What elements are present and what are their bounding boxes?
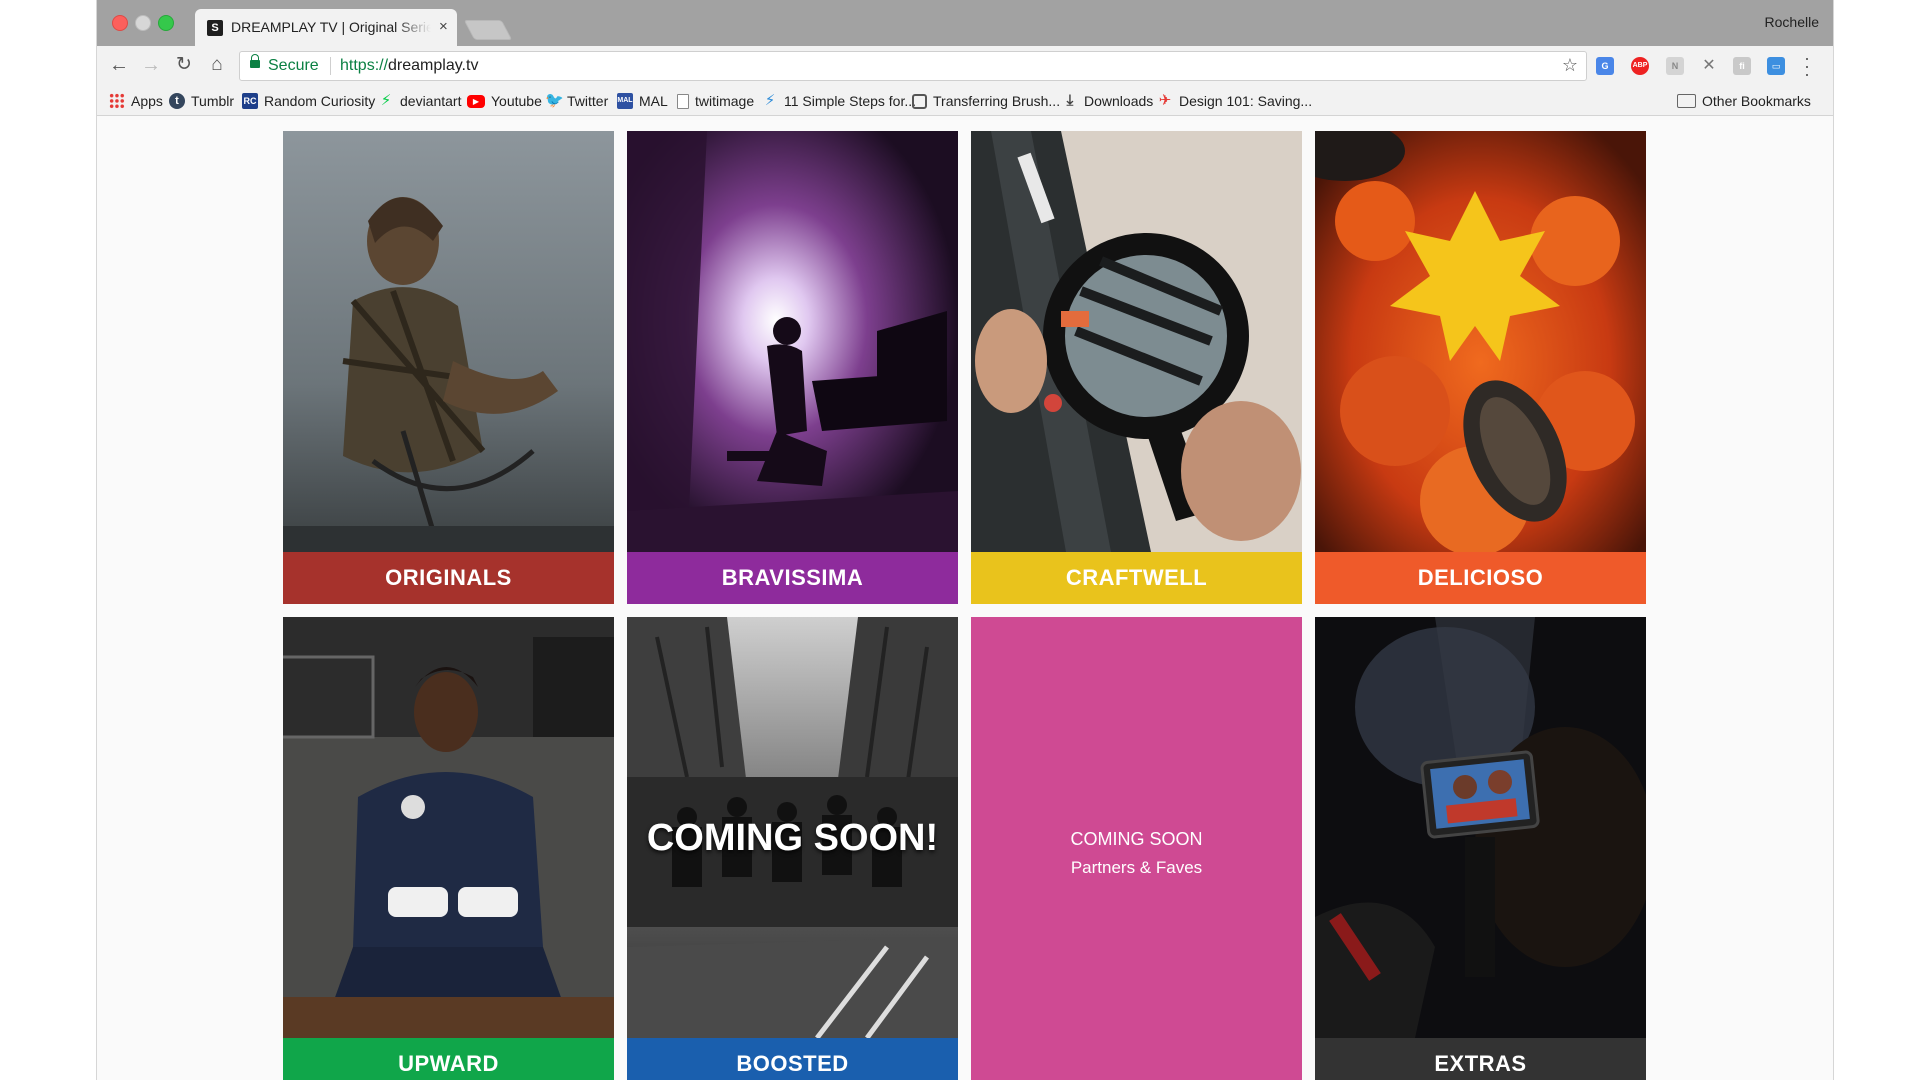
minimize-window-button[interactable] bbox=[135, 15, 151, 31]
bookmark-label: Youtube bbox=[491, 93, 542, 109]
cast-extension-icon[interactable]: ▭ bbox=[1767, 57, 1785, 75]
reload-icon[interactable]: ↻ bbox=[172, 53, 196, 77]
delicioso-photo bbox=[1315, 131, 1646, 552]
maximize-window-button[interactable] bbox=[158, 15, 174, 31]
tile-delicioso[interactable]: DELICIOSO bbox=[1315, 131, 1646, 604]
browser-window: S DREAMPLAY TV | Original Series × Roche… bbox=[97, 0, 1833, 1080]
back-arrow-icon[interactable]: ← bbox=[107, 53, 131, 77]
bookmark-twitimage[interactable]: twitimage bbox=[677, 91, 754, 111]
bookmark-youtube[interactable]: ▶ Youtube bbox=[467, 91, 542, 111]
url-scheme: https:// bbox=[340, 57, 389, 74]
apps-grid-icon bbox=[109, 93, 125, 109]
partners-faves-panel: COMING SOON Partners & Faves bbox=[971, 617, 1302, 1080]
bookmark-mal[interactable]: MAL MAL bbox=[617, 91, 668, 111]
twitter-icon: 🐦 bbox=[545, 92, 564, 109]
tile-label: BOOSTED bbox=[627, 1038, 958, 1080]
download-icon: ⤓ bbox=[1066, 92, 1074, 109]
other-bookmarks-label: Other Bookmarks bbox=[1702, 93, 1811, 109]
tile-upward[interactable]: UPWARD bbox=[283, 617, 614, 1080]
bookmark-star-icon[interactable]: ☆ bbox=[1562, 55, 1578, 76]
bookmark-label: MAL bbox=[639, 93, 668, 109]
folder-icon bbox=[1677, 94, 1696, 108]
bookmark-design-101[interactable]: ✈ Design 101: Saving... bbox=[1157, 91, 1312, 111]
tab-close-icon[interactable]: × bbox=[439, 18, 448, 35]
bookmark-downloads[interactable]: ⤓ Downloads bbox=[1062, 91, 1154, 111]
fn-extension-icon[interactable]: fi bbox=[1733, 57, 1751, 75]
craftwell-photo bbox=[971, 131, 1302, 552]
bookmark-label: Transferring Brush... bbox=[933, 93, 1061, 109]
tile-label: EXTRAS bbox=[1315, 1038, 1646, 1080]
bookmark-transferring-brush[interactable]: Transferring Brush... bbox=[912, 91, 1060, 111]
translate-extension-icon[interactable]: G bbox=[1596, 57, 1614, 75]
address-bar[interactable]: Secure https://dreamplay.tv ☆ bbox=[239, 51, 1587, 81]
menu-dots-icon[interactable]: · · · bbox=[1804, 49, 1810, 83]
bravissima-photo bbox=[627, 131, 958, 552]
bookmark-twitter[interactable]: 🐦 Twitter bbox=[545, 91, 608, 111]
brush-icon bbox=[912, 93, 927, 109]
bookmark-apps[interactable]: Apps bbox=[109, 91, 163, 111]
bolt-icon: ⚡ bbox=[764, 92, 776, 109]
upward-photo bbox=[283, 617, 614, 1038]
browser-toolbar: ← → ↻ ⌂ Secure https://dreamplay.tv ☆ G … bbox=[97, 46, 1833, 85]
new-tab-button[interactable] bbox=[463, 20, 513, 40]
coming-soon-overlay: COMING SOON! bbox=[646, 817, 939, 859]
bookmark-label: Design 101: Saving... bbox=[1179, 93, 1313, 109]
other-bookmarks[interactable]: Other Bookmarks bbox=[1677, 91, 1811, 111]
tumblr-icon: t bbox=[169, 93, 185, 109]
bookmark-label: Tumblr bbox=[191, 93, 235, 109]
cross-extension-icon[interactable]: ✕ bbox=[1700, 57, 1718, 75]
bookmark-tumblr[interactable]: t Tumblr bbox=[169, 91, 234, 111]
bookmark-label: Apps bbox=[131, 93, 163, 109]
bookmark-random-curiosity[interactable]: RC Random Curiosity bbox=[242, 91, 375, 111]
tile-extras[interactable]: EXTRAS bbox=[1315, 617, 1646, 1080]
bookmark-deviantart[interactable]: ⚡ deviantart bbox=[378, 91, 462, 111]
bookmark-label: Twitter bbox=[567, 93, 609, 109]
tile-label: UPWARD bbox=[283, 1038, 614, 1080]
forward-arrow-icon[interactable]: → bbox=[139, 53, 163, 77]
tile-originals[interactable]: ORIGINALS bbox=[283, 131, 614, 604]
random-curiosity-icon: RC bbox=[242, 93, 258, 109]
tile-boosted[interactable]: COMING SOON! BOOSTED bbox=[627, 617, 958, 1080]
lock-icon bbox=[250, 54, 260, 68]
partners-faves-label: Partners & Faves bbox=[1070, 858, 1203, 877]
bookmark-label: 11 Simple Steps for... bbox=[784, 93, 917, 109]
home-icon[interactable]: ⌂ bbox=[205, 53, 229, 77]
tile-label: ORIGINALS bbox=[283, 552, 614, 604]
originals-photo bbox=[283, 131, 614, 552]
mal-icon: MAL bbox=[617, 93, 633, 109]
url-text[interactable]: https://dreamplay.tv bbox=[340, 57, 478, 75]
document-icon bbox=[677, 93, 689, 109]
close-window-button[interactable] bbox=[112, 15, 128, 31]
bookmark-label: Random Curiosity bbox=[264, 93, 376, 109]
tab-strip: S DREAMPLAY TV | Original Series × Roche… bbox=[97, 0, 1833, 46]
series-grid: ORIGINALS BRAVISSIMA CRAFTWELL DELICIOSO… bbox=[283, 131, 1646, 1080]
bookmark-simple-steps[interactable]: ⚡ 11 Simple Steps for... bbox=[762, 91, 916, 111]
design-icon: ✈ bbox=[1158, 92, 1172, 109]
deviantart-icon: ⚡ bbox=[380, 92, 392, 109]
bookmark-label: deviantart bbox=[400, 93, 462, 109]
extras-photo bbox=[1315, 617, 1646, 1038]
tile-craftwell[interactable]: CRAFTWELL bbox=[971, 131, 1302, 604]
active-tab[interactable]: S DREAMPLAY TV | Original Series × bbox=[195, 9, 457, 46]
tile-bravissima[interactable]: BRAVISSIMA bbox=[627, 131, 958, 604]
bookmark-label: twitimage bbox=[695, 93, 755, 109]
address-divider bbox=[330, 57, 331, 75]
bookmark-label: Downloads bbox=[1084, 93, 1154, 109]
dreamplay-favicon-icon: S bbox=[207, 20, 223, 36]
tile-label: CRAFTWELL bbox=[971, 552, 1302, 604]
bookmarks-bar: Apps t Tumblr RC Random Curiosity ⚡ devi… bbox=[97, 85, 1833, 116]
youtube-icon: ▶ bbox=[467, 94, 485, 108]
profile-name[interactable]: Rochelle bbox=[1765, 14, 1819, 30]
tile-label: DELICIOSO bbox=[1315, 552, 1646, 604]
nv-extension-icon[interactable]: N bbox=[1666, 57, 1684, 75]
adblock-extension-icon[interactable]: ABP bbox=[1631, 57, 1649, 75]
tile-partners-faves[interactable]: COMING SOON Partners & Faves bbox=[971, 617, 1302, 1080]
secure-label: Secure bbox=[268, 57, 319, 74]
tab-title: DREAMPLAY TV | Original Series bbox=[231, 19, 431, 35]
page-content: ORIGINALS BRAVISSIMA CRAFTWELL DELICIOSO… bbox=[97, 116, 1833, 1080]
tile-label: BRAVISSIMA bbox=[627, 552, 958, 604]
coming-soon-label: COMING SOON bbox=[1070, 829, 1203, 849]
url-host: dreamplay.tv bbox=[388, 57, 479, 74]
